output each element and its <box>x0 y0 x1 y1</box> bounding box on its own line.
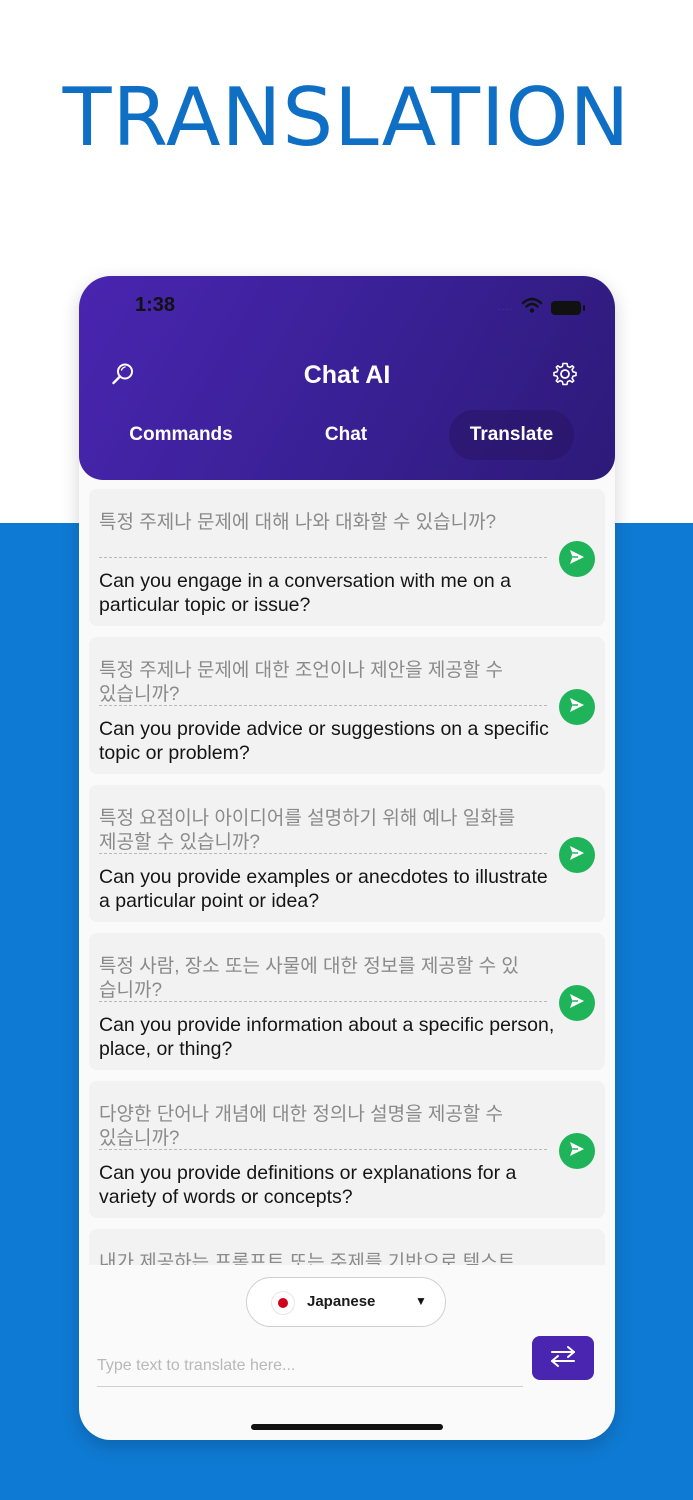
translate-input-wrapper <box>97 1347 523 1387</box>
language-select[interactable]: Japanese ▼ <box>246 1277 446 1327</box>
battery-icon <box>551 300 585 315</box>
dashed-divider <box>99 1149 547 1150</box>
send-button[interactable] <box>559 541 595 577</box>
send-button[interactable] <box>559 1133 595 1169</box>
target-text: Can you provide definitions or explanati… <box>99 1162 517 1208</box>
swap-arrows-icon <box>548 1345 578 1372</box>
language-label: Japanese <box>307 1293 376 1310</box>
phone-frame: 1:38 .... Chat AI Commands Chat Translat… <box>79 276 615 1440</box>
status-time: 1:38 <box>135 294 176 316</box>
source-text: 특정 사람, 장소 또는 사물에 대한 정보를 제공할 수 있습니까? <box>99 956 519 1001</box>
list-item[interactable]: 특정 주제나 문제에 대해 나와 대화할 수 있습니까? Can you eng… <box>89 489 605 626</box>
tab-bar: Commands Chat Translate <box>79 410 615 460</box>
send-icon <box>568 992 586 1015</box>
japan-flag-icon <box>271 1291 295 1315</box>
chevron-down-icon: ▼ <box>415 1294 427 1308</box>
send-button[interactable] <box>559 689 595 725</box>
gear-icon <box>552 361 578 392</box>
app-title: Chat AI <box>303 361 391 389</box>
tab-commands[interactable]: Commands <box>117 410 245 460</box>
settings-button[interactable] <box>551 362 579 390</box>
send-button[interactable] <box>559 837 595 873</box>
home-indicator[interactable] <box>251 1424 443 1430</box>
source-text: 특정 주제나 문제에 대한 조언이나 제안을 제공할 수 있습니까? <box>99 660 504 705</box>
promo-title: TRANSLATION <box>62 71 631 164</box>
send-button[interactable] <box>559 985 595 1021</box>
target-text: Can you provide information about a spec… <box>99 1014 555 1060</box>
source-text: 특정 주제나 문제에 대해 나와 대화할 수 있습니까? <box>99 512 497 533</box>
source-text: 다양한 단어나 개념에 대한 정의나 설명을 제공할 수 있습니까? <box>99 1104 504 1149</box>
dashed-divider <box>99 853 547 854</box>
tab-translate[interactable]: Translate <box>449 410 574 460</box>
swap-translate-button[interactable] <box>532 1336 594 1380</box>
translation-list[interactable]: 특정 주제나 문제에 대해 나와 대화할 수 있습니까? Can you eng… <box>89 489 605 1265</box>
signal-dots: .... <box>497 302 513 313</box>
list-item[interactable]: 특정 요점이나 아이디어를 설명하기 위해 예나 일화를 제공할 수 있습니까?… <box>89 785 605 922</box>
target-text: Can you engage in a conversation with me… <box>99 570 511 616</box>
dashed-divider <box>99 1001 547 1002</box>
list-item[interactable]: 특정 사람, 장소 또는 사물에 대한 정보를 제공할 수 있습니까? Can … <box>89 933 605 1070</box>
translate-input[interactable] <box>97 1347 523 1385</box>
list-item[interactable]: 내가 제공하는 프롬프트 또는 주제를 기반으로 텍스트를 <box>89 1229 605 1265</box>
dashed-divider <box>99 705 547 706</box>
list-item[interactable]: 특정 주제나 문제에 대한 조언이나 제안을 제공할 수 있습니까? Can y… <box>89 637 605 774</box>
app-header: 1:38 .... Chat AI Commands Chat Translat… <box>79 276 615 480</box>
wifi-icon <box>521 297 543 318</box>
source-text: 특정 요점이나 아이디어를 설명하기 위해 예나 일화를 제공할 수 있습니까? <box>99 808 516 853</box>
source-text: 내가 제공하는 프롬프트 또는 주제를 기반으로 텍스트를 <box>99 1252 516 1265</box>
dashed-divider <box>99 557 547 558</box>
send-icon <box>568 844 586 867</box>
send-icon <box>568 1140 586 1163</box>
target-text: Can you provide advice or suggestions on… <box>99 718 549 764</box>
list-item[interactable]: 다양한 단어나 개념에 대한 정의나 설명을 제공할 수 있습니까? Can y… <box>89 1081 605 1218</box>
tab-chat[interactable]: Chat <box>291 410 401 460</box>
target-text: Can you provide examples or anecdotes to… <box>99 866 548 912</box>
send-icon <box>568 548 586 571</box>
send-icon <box>568 696 586 719</box>
translate-controls: Japanese ▼ <box>79 1265 615 1395</box>
status-icons: .... <box>497 297 585 318</box>
